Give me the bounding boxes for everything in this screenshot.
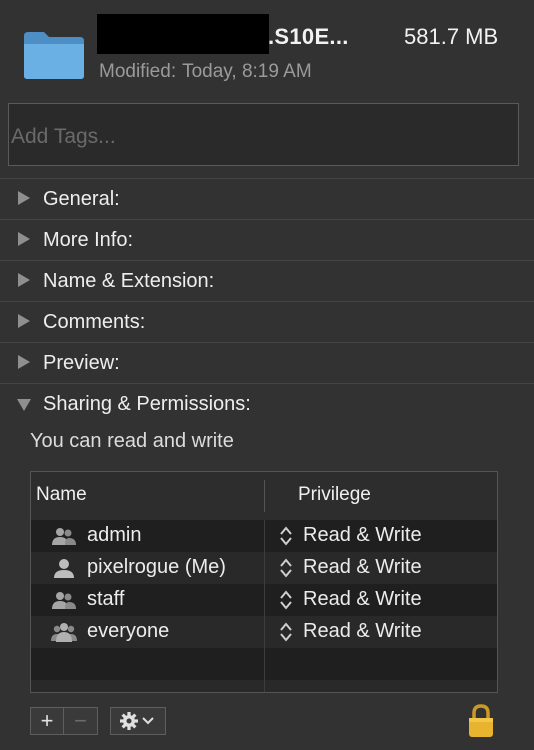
column-divider — [264, 648, 265, 680]
action-menu-button[interactable] — [110, 707, 166, 735]
user-name: staff — [87, 588, 125, 610]
table-body: admin Read & Write pixelrogue (Me) Read … — [31, 520, 497, 692]
info-sections: General: More Info: Name & Extension: Co… — [0, 178, 534, 424]
remove-user-button[interactable]: − — [64, 707, 98, 735]
up-down-chevron-icon[interactable] — [278, 589, 294, 611]
modified-label: Modified: — [99, 61, 177, 82]
section-sharing-permissions[interactable]: Sharing & Permissions: — [0, 383, 534, 424]
table-row[interactable]: admin Read & Write — [31, 520, 497, 552]
file-name: .S10E... — [268, 24, 349, 49]
column-header-name[interactable]: Name — [36, 484, 87, 506]
table-header: Name Privilege — [31, 472, 497, 521]
modified-value: Today, 8:19 AM — [182, 61, 312, 82]
user-icon — [54, 559, 74, 578]
folder-icon — [24, 32, 84, 79]
privilege-select[interactable]: Read & Write — [303, 556, 422, 579]
modified-date: Modified: Today, 8:19 AM — [99, 61, 312, 83]
section-name-extension[interactable]: Name & Extension: — [0, 260, 534, 301]
section-preview[interactable]: Preview: — [0, 342, 534, 383]
redacted-filename-block — [97, 14, 269, 54]
lock-icon[interactable] — [466, 703, 496, 739]
disclosure-triangle-icon[interactable] — [18, 273, 30, 287]
group-icon — [52, 592, 76, 609]
disclosure-triangle-icon[interactable] — [18, 314, 30, 328]
section-label: Comments: — [43, 311, 146, 333]
permission-summary: You can read and write — [30, 430, 234, 452]
table-row[interactable]: everyone Read & Write — [31, 616, 497, 648]
tags-input[interactable] — [9, 104, 518, 165]
up-down-chevron-icon[interactable] — [278, 621, 294, 643]
table-row[interactable]: pixelrogue (Me) Read & Write — [31, 552, 497, 584]
file-size: 581.7 MB — [404, 24, 499, 49]
disclosure-triangle-icon[interactable] — [18, 232, 30, 246]
tags-field[interactable] — [8, 103, 519, 166]
table-row-empty — [31, 648, 497, 680]
up-down-chevron-icon[interactable] — [278, 525, 294, 547]
section-label: Sharing & Permissions: — [43, 393, 251, 415]
section-general[interactable]: General: — [0, 178, 534, 219]
permissions-table: Name Privilege admin Read & Write pixelr… — [30, 471, 498, 693]
privilege-select[interactable]: Read & Write — [303, 588, 422, 611]
file-header: .S10E... 581.7 MB Modified: Today, 8:19 A… — [0, 0, 534, 98]
table-row-empty — [31, 680, 497, 692]
section-comments[interactable]: Comments: — [0, 301, 534, 342]
group-icon — [52, 528, 76, 545]
user-name: admin — [87, 524, 142, 546]
privilege-select[interactable]: Read & Write — [303, 620, 422, 643]
section-label: Preview: — [43, 352, 120, 374]
section-label: More Info: — [43, 229, 134, 251]
disclosure-triangle-icon[interactable] — [18, 355, 30, 369]
table-row[interactable]: staff Read & Write — [31, 584, 497, 616]
column-divider — [264, 616, 265, 648]
disclosure-triangle-expanded-icon[interactable] — [17, 399, 31, 411]
everyone-icon — [51, 623, 77, 642]
gear-icon — [120, 712, 154, 730]
privilege-select[interactable]: Read & Write — [303, 524, 422, 547]
column-header-privilege[interactable]: Privilege — [298, 484, 371, 506]
column-divider — [264, 520, 265, 552]
up-down-chevron-icon[interactable] — [278, 557, 294, 579]
section-more-info[interactable]: More Info: — [0, 219, 534, 260]
section-label: General: — [43, 188, 120, 210]
column-divider — [264, 480, 265, 512]
section-label: Name & Extension: — [43, 270, 215, 292]
column-divider — [264, 552, 265, 584]
permissions-toolbar: + − — [30, 707, 166, 737]
column-divider — [264, 680, 265, 692]
user-name: everyone — [87, 620, 170, 642]
add-user-button[interactable]: + — [30, 707, 64, 735]
column-divider — [264, 584, 265, 616]
user-name: pixelrogue (Me) — [87, 556, 226, 578]
disclosure-triangle-icon[interactable] — [18, 191, 30, 205]
